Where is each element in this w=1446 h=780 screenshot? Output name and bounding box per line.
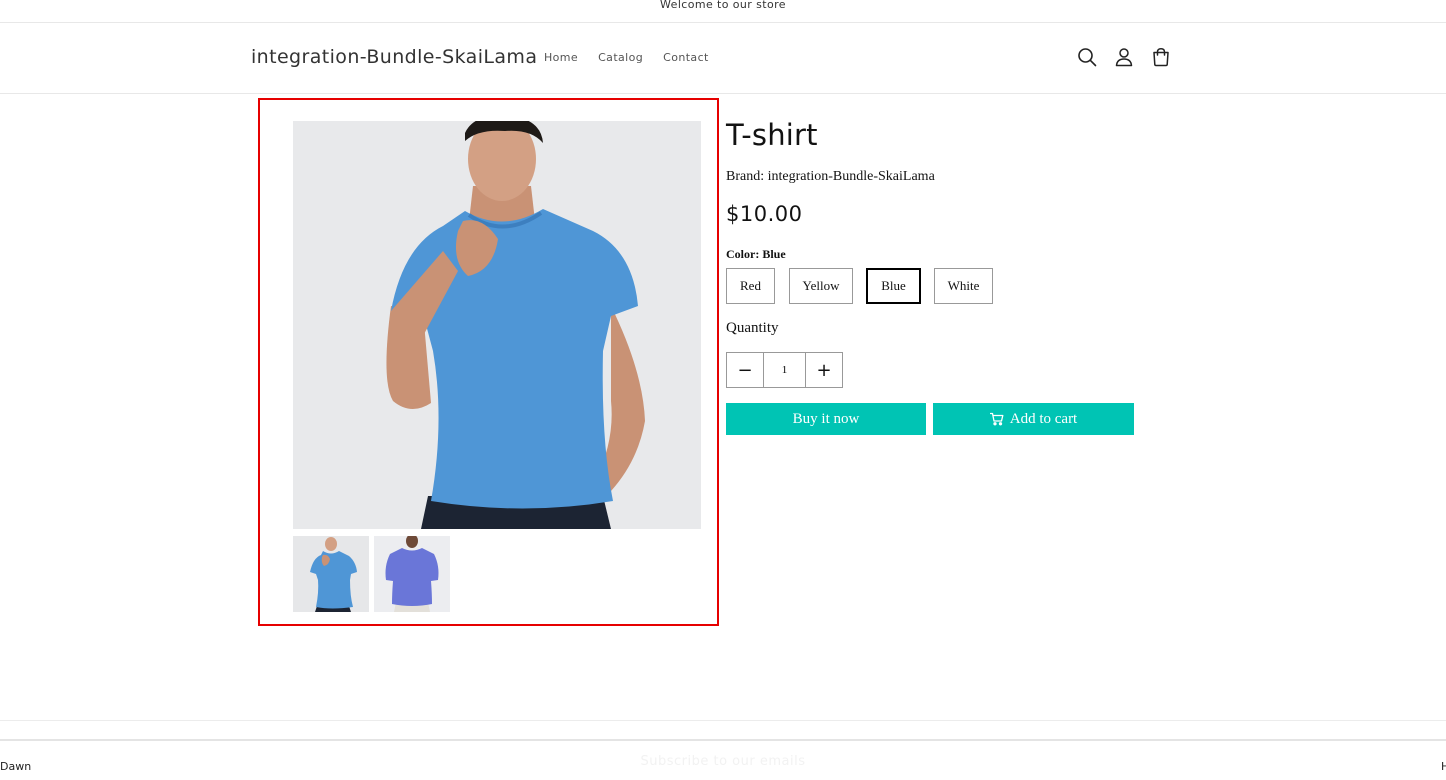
store-logo[interactable]: integration-Bundle-SkaiLama xyxy=(251,46,537,68)
footer-right-text: H xyxy=(1441,760,1446,773)
nav-home[interactable]: Home xyxy=(544,51,578,64)
product-brand: Brand: integration-Bundle-SkaiLama xyxy=(726,169,935,184)
nav-catalog[interactable]: Catalog xyxy=(598,51,643,64)
cart-icon xyxy=(989,412,1004,426)
search-icon[interactable] xyxy=(1076,46,1098,68)
announcement-bar: Welcome to our store xyxy=(0,0,1446,23)
buy-now-label: Buy it now xyxy=(792,410,860,427)
quantity-input[interactable] xyxy=(764,353,805,387)
product-media-gallery xyxy=(258,98,719,626)
subscribe-heading: Subscribe to our emails xyxy=(640,754,806,769)
footer-theme-name: Dawn xyxy=(0,760,32,773)
main-nav: Home Catalog Contact xyxy=(544,51,709,64)
color-option-yellow[interactable]: Yellow xyxy=(789,268,853,304)
account-icon[interactable] xyxy=(1113,46,1135,68)
footer-divider xyxy=(0,720,1446,721)
footer-divider-secondary xyxy=(0,739,1446,741)
nav-contact[interactable]: Contact xyxy=(663,51,709,64)
add-to-cart-button[interactable]: Add to cart xyxy=(933,403,1134,435)
color-option-blue[interactable]: Blue xyxy=(866,268,921,304)
color-option-white[interactable]: White xyxy=(934,268,993,304)
site-header: integration-Bundle-SkaiLama Home Catalog… xyxy=(0,22,1446,94)
product-main-image[interactable] xyxy=(293,121,701,529)
color-label: Color: Blue xyxy=(726,247,786,261)
quantity-decrease-button[interactable]: − xyxy=(727,353,764,387)
quantity-increase-button[interactable]: + xyxy=(805,353,842,387)
cart-icon[interactable] xyxy=(1150,46,1172,68)
product-title: T-shirt xyxy=(726,118,818,152)
add-to-cart-label: Add to cart xyxy=(1009,410,1078,427)
product-thumbnail-purple[interactable] xyxy=(374,536,450,612)
quantity-stepper: − + xyxy=(726,352,843,388)
product-price: $10.00 xyxy=(726,202,803,226)
announcement-text: Welcome to our store xyxy=(660,0,786,11)
product-thumbnail-blue[interactable] xyxy=(293,536,369,612)
buy-now-button[interactable]: Buy it now xyxy=(726,403,926,435)
quantity-label: Quantity xyxy=(726,320,779,336)
color-option-red[interactable]: Red xyxy=(726,268,775,304)
